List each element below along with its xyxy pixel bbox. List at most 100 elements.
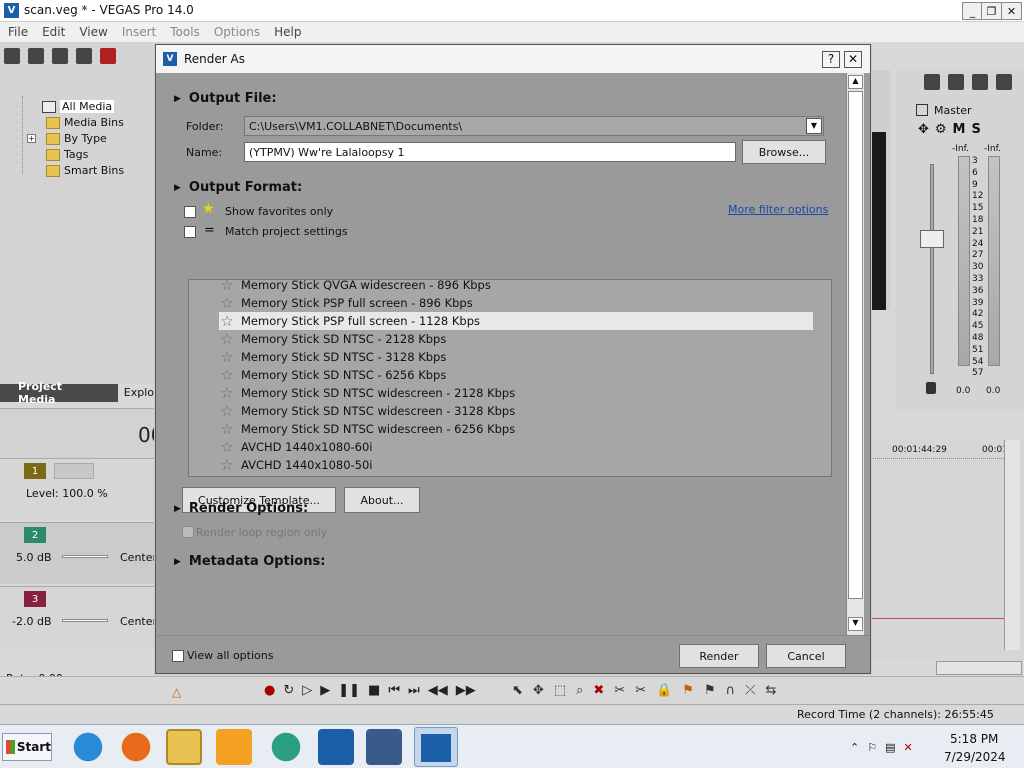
marker-icon[interactable]: ⚑ bbox=[682, 683, 694, 698]
more-filter-link[interactable]: More filter options bbox=[728, 203, 828, 216]
minimize-button[interactable]: _ bbox=[962, 2, 983, 20]
render-button[interactable]: Render bbox=[679, 644, 759, 668]
format-list-item[interactable]: ☆ Memory Stick SD NTSC widescreen - 6256 … bbox=[219, 420, 515, 438]
next-frame-icon[interactable]: ▶▶ bbox=[456, 683, 476, 698]
tree-tags[interactable]: Tags bbox=[46, 148, 88, 161]
dialog-scroll-thumb[interactable] bbox=[848, 91, 863, 599]
gear-icon[interactable] bbox=[924, 74, 940, 90]
expand-icon[interactable]: + bbox=[27, 134, 36, 143]
file-explorer-icon[interactable] bbox=[166, 729, 202, 765]
menu-tools[interactable]: Tools bbox=[170, 25, 200, 39]
loop-icon[interactable]: ↻ bbox=[283, 683, 294, 698]
capture-icon[interactable] bbox=[28, 48, 44, 64]
region-icon[interactable]: ⚑ bbox=[704, 683, 716, 698]
zoom-controls[interactable] bbox=[936, 661, 1022, 675]
prev-frame-icon[interactable]: ◀◀ bbox=[428, 683, 448, 698]
format-list-item[interactable]: ☆ AVCHD 1440x1080-60i bbox=[219, 438, 372, 456]
file-transfer-icon[interactable] bbox=[318, 729, 354, 765]
menu-edit[interactable]: Edit bbox=[42, 25, 65, 39]
import-icon[interactable] bbox=[4, 48, 20, 64]
selection-tool-icon[interactable]: ⬚ bbox=[554, 683, 566, 698]
metadata-options-section[interactable]: ▶ Metadata Options: bbox=[174, 554, 325, 569]
tree-smart-bins[interactable]: Smart Bins bbox=[46, 164, 124, 177]
folder-dropdown-icon[interactable]: ▼ bbox=[806, 118, 822, 134]
menu-options[interactable]: Options bbox=[214, 25, 260, 39]
go-start-icon[interactable]: ⏮ bbox=[388, 683, 400, 698]
volume-muted-icon[interactable]: ✕ bbox=[904, 741, 913, 754]
track-header-1[interactable]: 1 Level: 100.0 % bbox=[0, 458, 158, 520]
play-from-start-icon[interactable]: ▷ bbox=[302, 683, 312, 698]
favorite-star-icon[interactable]: ☆ bbox=[219, 456, 235, 474]
vegas-taskbar-icon[interactable] bbox=[414, 727, 458, 767]
folder-combobox[interactable]: C:\Users\VM1.COLLABNET\Documents\ bbox=[244, 116, 824, 136]
show-favorites-checkbox[interactable] bbox=[184, 206, 196, 218]
render-options-section[interactable]: ▶ Render Options: bbox=[174, 501, 308, 516]
zoom-tool-icon[interactable]: ⌕ bbox=[576, 683, 583, 698]
go-end-icon[interactable]: ⏭ bbox=[408, 683, 420, 698]
favorite-star-icon[interactable]: ☆ bbox=[219, 438, 235, 456]
dialog-scroll-up-icon[interactable]: ▲ bbox=[848, 75, 863, 89]
format-list-item[interactable]: ☆ Memory Stick SD NTSC widescreen - 2128 … bbox=[219, 384, 515, 402]
clock-time[interactable]: 5:18 PM bbox=[950, 732, 998, 746]
format-list-item[interactable]: ☆ Memory Stick PSP full screen - 1128 Kbp… bbox=[219, 312, 813, 330]
menu-file[interactable]: File bbox=[8, 25, 28, 39]
favorite-star-icon[interactable]: ☆ bbox=[219, 280, 235, 294]
browse-button[interactable]: Browse... bbox=[742, 140, 826, 164]
dialog-scroll-down-icon[interactable]: ▼ bbox=[848, 617, 863, 631]
format-list[interactable]: ☆ Memory Stick QVGA widescreen - 896 Kbps… bbox=[188, 279, 832, 477]
crossfade-icon[interactable]: ⤫ bbox=[745, 683, 755, 698]
favorite-star-icon[interactable]: ☆ bbox=[219, 312, 235, 330]
firefox-icon[interactable] bbox=[118, 729, 154, 765]
restore-button[interactable]: ❐ bbox=[981, 2, 1002, 20]
tree-by-type[interactable]: By Type bbox=[46, 132, 107, 145]
chat-app-icon[interactable] bbox=[268, 729, 304, 765]
snap-icon[interactable]: ∩ bbox=[726, 683, 736, 698]
favorite-star-icon[interactable]: ☆ bbox=[219, 420, 235, 438]
get-media-icon[interactable] bbox=[52, 48, 68, 64]
internet-explorer-icon[interactable] bbox=[70, 729, 106, 765]
help-button[interactable]: ? bbox=[822, 51, 840, 68]
favorite-star-icon[interactable]: ☆ bbox=[219, 474, 235, 476]
output-file-section[interactable]: ▶ Output File: bbox=[174, 91, 277, 106]
start-button[interactable]: Start bbox=[2, 733, 52, 761]
show-hidden-icon[interactable]: ⌃ bbox=[850, 741, 859, 754]
delete-tool-icon[interactable]: ✖ bbox=[593, 683, 604, 698]
tab-explorer[interactable]: Explo bbox=[117, 384, 160, 402]
match-project-checkbox[interactable] bbox=[184, 226, 196, 238]
split-icon[interactable]: ✂ bbox=[635, 683, 646, 698]
output-format-section[interactable]: ▶ Output Format: bbox=[174, 180, 302, 195]
properties-icon[interactable] bbox=[996, 74, 1012, 90]
volume-slider[interactable] bbox=[62, 555, 108, 558]
pause-icon[interactable]: ❚❚ bbox=[338, 683, 360, 698]
volume-slider[interactable] bbox=[62, 619, 108, 622]
dialog-close-button[interactable]: ✕ bbox=[844, 51, 862, 68]
format-list-item[interactable]: ☆ Memory Stick PSP full screen - 896 Kbps bbox=[219, 294, 472, 312]
tab-project-media[interactable]: Project Media bbox=[18, 380, 100, 406]
web-icon[interactable] bbox=[76, 48, 92, 64]
dialog-scrollbar[interactable]: ▲ ▼ bbox=[846, 73, 864, 635]
media-player-icon[interactable] bbox=[216, 729, 252, 765]
format-list-item[interactable]: ☆ Memory Stick SD NTSC widescreen - 3128 … bbox=[219, 402, 515, 420]
favorite-star-icon[interactable]: ☆ bbox=[219, 384, 235, 402]
trim-icon[interactable]: ✂ bbox=[614, 683, 625, 698]
view-all-options-checkbox[interactable] bbox=[172, 650, 184, 662]
menu-view[interactable]: View bbox=[79, 25, 107, 39]
cancel-button[interactable]: Cancel bbox=[766, 644, 846, 668]
fx-icon[interactable] bbox=[972, 74, 988, 90]
format-list-item[interactable]: ☆ Memory Stick SD NTSC - 3128 Kbps bbox=[219, 348, 446, 366]
play-icon[interactable]: ▶ bbox=[320, 683, 330, 698]
lock-icon[interactable] bbox=[926, 382, 936, 394]
format-list-item[interactable]: ☆ AVCHD 1920x1080-60i bbox=[219, 474, 373, 476]
name-input[interactable]: (YTPMV) Ww're Lalaloopsy 1 bbox=[244, 142, 736, 162]
track-header-2[interactable]: 2 5.0 dB Center bbox=[0, 522, 158, 584]
delete-icon[interactable] bbox=[100, 48, 116, 64]
format-list-item[interactable]: ☆ AVCHD 1440x1080-50i bbox=[219, 456, 372, 474]
track-name-field[interactable] bbox=[54, 463, 94, 479]
stop-icon[interactable]: ■ bbox=[368, 683, 380, 698]
timeline-vscroll[interactable] bbox=[1004, 440, 1020, 650]
clock-date[interactable]: 7/29/2024 bbox=[944, 750, 1006, 764]
record-icon[interactable]: ● bbox=[264, 683, 275, 698]
favorite-star-icon[interactable]: ☆ bbox=[219, 330, 235, 348]
close-window-button[interactable]: ✕ bbox=[1001, 2, 1022, 20]
format-list-item[interactable]: ☆ Memory Stick SD NTSC - 6256 Kbps bbox=[219, 366, 446, 384]
